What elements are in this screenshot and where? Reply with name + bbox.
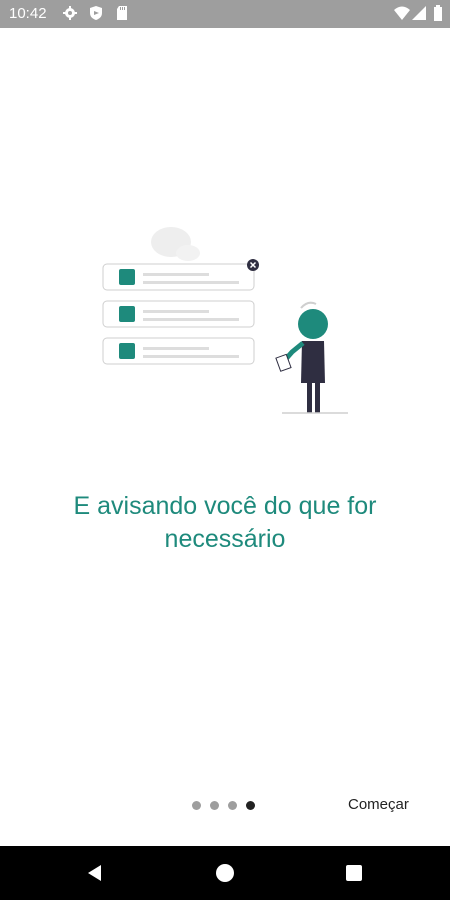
battery-icon (430, 5, 446, 21)
onboarding-message: E avisando você do que for necessário (73, 492, 377, 553)
start-button[interactable]: Começar (342, 794, 415, 815)
sd-card-icon (114, 5, 130, 21)
page-dot[interactable] (192, 800, 201, 810)
shield-icon (88, 5, 104, 21)
status-bar: 10:42 (0, 0, 450, 28)
notification-list-illustration (96, 222, 356, 418)
back-icon[interactable] (83, 861, 107, 885)
status-time: 10:42 (9, 5, 47, 22)
navigation-bar (0, 846, 450, 900)
signal-icon (411, 5, 427, 21)
page-dot[interactable] (228, 800, 237, 810)
page-dot[interactable] (210, 800, 219, 810)
home-icon[interactable] (213, 861, 237, 885)
page-indicator (192, 799, 255, 811)
recents-icon[interactable] (342, 861, 366, 885)
wifi-icon (394, 5, 410, 21)
page-dot-active[interactable] (246, 800, 255, 810)
gear-icon (62, 5, 78, 21)
